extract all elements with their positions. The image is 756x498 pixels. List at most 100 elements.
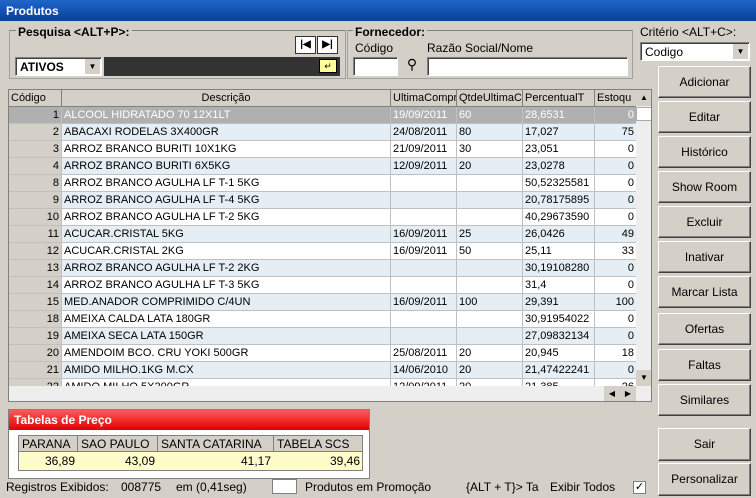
table-cell: 100	[457, 294, 523, 311]
table-cell: 50	[457, 243, 523, 260]
query-time: em (0,41seg)	[176, 480, 247, 494]
table-row[interactable]: 14 ARROZ BRANCO AGULHA LF T-3 5KG 31,4 0	[9, 277, 637, 294]
column-header[interactable]: Estoqu	[595, 90, 637, 107]
supplier-code-input[interactable]	[353, 57, 398, 76]
table-cell	[391, 192, 457, 209]
table-cell: 31,4	[523, 277, 595, 294]
table-cell: 33	[595, 243, 637, 260]
table-cell: 26,0426	[523, 226, 595, 243]
table-row[interactable]: 3 ARROZ BRANCO BURITI 10X1KG 21/09/2011 30 2…	[9, 141, 637, 158]
table-row[interactable]: 12 ACUCAR.CRISTAL 2KG 16/09/2011 50 25,11 33	[9, 243, 637, 260]
table-row[interactable]: 9 ARROZ BRANCO AGULHA LF T-4 5KG 20,781758…	[9, 192, 637, 209]
ofertas-button[interactable]: Ofertas	[658, 313, 751, 345]
table-row[interactable]: 20 AMENDOIM BCO. CRU YOKI 500GR 25/08/2011…	[9, 345, 637, 362]
table-cell: MED.ANADOR COMPRIMIDO C/4UN	[62, 294, 391, 311]
faltas-button[interactable]: Faltas	[658, 349, 751, 381]
table-cell: 21	[9, 362, 62, 379]
last-record-button[interactable]: ▶|	[317, 36, 338, 54]
chevron-down-icon[interactable]: ▼	[733, 44, 748, 59]
table-cell: 10	[9, 209, 62, 226]
column-header[interactable]: UltimaCompr	[391, 90, 457, 107]
table-row[interactable]: 18 AMEIXA CALDA LATA 180GR 30,91954022 0	[9, 311, 637, 328]
table-cell: 25	[457, 226, 523, 243]
price-table-header: SANTA CATARINA	[158, 436, 274, 452]
price-table-value: 36,89	[44, 454, 75, 468]
adicionar-button[interactable]: Adicionar	[658, 66, 751, 98]
excluir-button[interactable]: Excluir	[658, 206, 751, 238]
table-cell: 0	[595, 362, 637, 379]
table-row[interactable]: 8 ARROZ BRANCO AGULHA LF T-1 5KG 50,523255…	[9, 175, 637, 192]
table-cell: 40,29673590	[523, 209, 595, 226]
horizontal-scrollbar[interactable]: ◀ ▶	[9, 386, 651, 401]
table-row[interactable]: 4 ARROZ BRANCO BURITI 6X5KG 12/09/2011 20 23…	[9, 158, 637, 175]
table-cell: 0	[595, 260, 637, 277]
table-cell: 14/06/2010	[391, 362, 457, 379]
column-header[interactable]: QtdeUltimaC	[457, 90, 523, 107]
table-cell: ARROZ BRANCO AGULHA LF T-2 2KG	[62, 260, 391, 277]
binoculars-icon[interactable]: ⚲	[401, 56, 423, 76]
personalizar-button[interactable]: Personalizar	[658, 463, 751, 496]
table-cell: 0	[595, 158, 637, 175]
table-cell: ACUCAR.CRISTAL 2KG	[62, 243, 391, 260]
table-row[interactable]: 19 AMEIXA SECA LATA 150GR 27,09832134 0	[9, 328, 637, 345]
table-row[interactable]: 21 AMIDO MILHO.1KG M.CX 14/06/2010 20 21,474…	[9, 362, 637, 379]
criteria-select[interactable]: Codigo ▼	[640, 42, 750, 61]
status-filter-select[interactable]: ATIVOS ▼	[15, 57, 102, 76]
scroll-left-icon[interactable]: ◀	[604, 386, 620, 401]
column-header[interactable]: Descrição	[62, 90, 391, 107]
table-row[interactable]: 13 ARROZ BRANCO AGULHA LF T-2 2KG 30,19108…	[9, 260, 637, 277]
first-record-button[interactable]: |◀	[295, 36, 316, 54]
vertical-scrollbar[interactable]: ▲ ▼	[636, 90, 651, 386]
scroll-thumb[interactable]	[636, 107, 651, 121]
table-row[interactable]: 11 ACUCAR.CRISTAL 5KG 16/09/2011 25 26,0426 4…	[9, 226, 637, 243]
column-header[interactable]: Código	[9, 90, 62, 107]
table-cell: 4	[9, 158, 62, 175]
table-cell: 23,0278	[523, 158, 595, 175]
table-cell	[457, 277, 523, 294]
table-cell: 25,11	[523, 243, 595, 260]
products-grid[interactable]: Código Descrição UltimaCompr QtdeUltimaC Per…	[8, 89, 652, 402]
similares-button[interactable]: Similares	[658, 384, 751, 416]
table-row[interactable]: 10 ARROZ BRANCO AGULHA LF T-2 5KG 40,29673…	[9, 209, 637, 226]
column-header[interactable]: PercentualT	[523, 90, 595, 107]
table-cell	[457, 328, 523, 345]
table-cell: 14	[9, 277, 62, 294]
marcar-lista-button[interactable]: Marcar Lista	[658, 276, 751, 308]
search-input[interactable]: ↵	[104, 57, 340, 76]
hist-rico-button[interactable]: Histórico	[658, 136, 751, 168]
table-cell: 17,027	[523, 124, 595, 141]
editar-button[interactable]: Editar	[658, 101, 751, 133]
table-cell	[391, 328, 457, 345]
table-row[interactable]: 2 ABACAXI RODELAS 3X400GR 24/08/2011 80 17,0…	[9, 124, 637, 141]
table-cell: 13	[9, 260, 62, 277]
sair-button[interactable]: Sair	[658, 428, 751, 461]
table-cell: 60	[457, 107, 523, 124]
table-row[interactable]: 15 MED.ANADOR COMPRIMIDO C/4UN 16/09/2011 1…	[9, 294, 637, 311]
records-label: Registros Exibidos:	[6, 480, 109, 494]
supplier-name-input[interactable]	[427, 57, 628, 76]
table-cell: 0	[595, 277, 637, 294]
show-all-checkbox[interactable]: ✓	[633, 481, 646, 494]
search-go-icon[interactable]: ↵	[319, 59, 337, 73]
records-count: 008775	[121, 480, 162, 494]
price-table-header: PARANA	[19, 436, 78, 452]
table-cell	[391, 311, 457, 328]
table-cell: 27,09832134	[523, 328, 595, 345]
table-cell: 20	[457, 362, 523, 379]
price-tables-grid: PARANA SAO PAULO SANTA CATARINA TABELA SCS 3…	[18, 435, 363, 471]
price-tables-panel: Tabelas de Preço PARANA SAO PAULO SANTA CA…	[8, 409, 370, 479]
table-cell: 0	[595, 141, 637, 158]
supplier-label: Fornecedor:	[353, 25, 428, 39]
inativar-button[interactable]: Inativar	[658, 241, 751, 273]
show-room-button[interactable]: Show Room	[658, 171, 751, 203]
price-table-value: 39,46	[329, 454, 360, 468]
scroll-up-icon[interactable]: ▲	[636, 90, 651, 106]
last-icon: ▶|	[322, 39, 333, 50]
scroll-right-icon[interactable]: ▶	[620, 386, 636, 401]
price-table-header: SAO PAULO	[78, 436, 158, 452]
scroll-down-icon[interactable]: ▼	[636, 370, 651, 386]
table-row[interactable]: 1 ALCOOL HIDRATADO 70 12X1LT 19/09/2011 60 2…	[9, 107, 637, 124]
table-cell: 9	[9, 192, 62, 209]
chevron-down-icon[interactable]: ▼	[85, 59, 100, 74]
table-cell: 1	[9, 107, 62, 124]
